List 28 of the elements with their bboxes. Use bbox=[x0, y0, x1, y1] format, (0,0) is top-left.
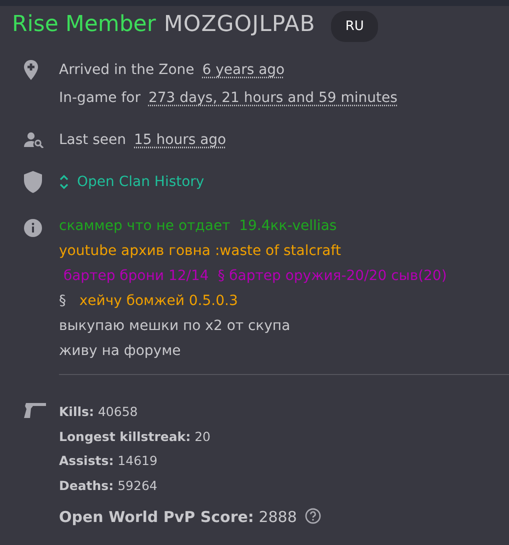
location-pin-icon bbox=[24, 60, 38, 80]
info-value: 6 years ago bbox=[202, 62, 285, 78]
stat-line: Assists: 14619 bbox=[59, 452, 158, 470]
user-search-icon bbox=[24, 132, 44, 148]
stat-line: Longest killstreak: 20 bbox=[59, 428, 212, 446]
bio-line: живу на форуме bbox=[59, 342, 182, 361]
player-name: MOZGOJLPAB bbox=[164, 12, 316, 36]
bio-line: бартер брони 12/14 § бартер оружия-20/20 сыв(20) bbox=[62, 267, 448, 286]
bio-line: § хейчу бомжей 0.5.0.3 bbox=[59, 292, 239, 311]
info-label: Arrived in the Zone bbox=[59, 62, 194, 78]
info-label: In-game for bbox=[59, 90, 140, 106]
stat-line: Deaths: 59264 bbox=[59, 476, 158, 494]
stat-line: Kills: 40658 bbox=[59, 403, 139, 421]
info-value: 15 hours ago bbox=[134, 132, 226, 148]
help-icon[interactable] bbox=[304, 508, 321, 524]
info-label: Last seen bbox=[59, 132, 126, 148]
expand-icon bbox=[59, 174, 69, 190]
bio-line: youtube архив говна :waste of stalcraft bbox=[59, 242, 342, 261]
shield-icon bbox=[24, 171, 42, 193]
pistol-icon bbox=[24, 403, 46, 419]
rank-title: Rise Member bbox=[12, 12, 156, 36]
pvp-score: Open World PvP Score: 2888 bbox=[59, 508, 297, 526]
bio-line: выкупаю мешки по x2 от скупа bbox=[59, 317, 292, 336]
bio-line: скаммер что не отдает 19.4кк-vellias bbox=[59, 217, 338, 236]
info-icon bbox=[24, 219, 42, 237]
region-badge: RU bbox=[331, 10, 378, 42]
clan-history-link[interactable]: Open Clan History bbox=[59, 174, 204, 190]
info-value: 273 days, 21 hours and 59 minutes bbox=[148, 90, 398, 106]
